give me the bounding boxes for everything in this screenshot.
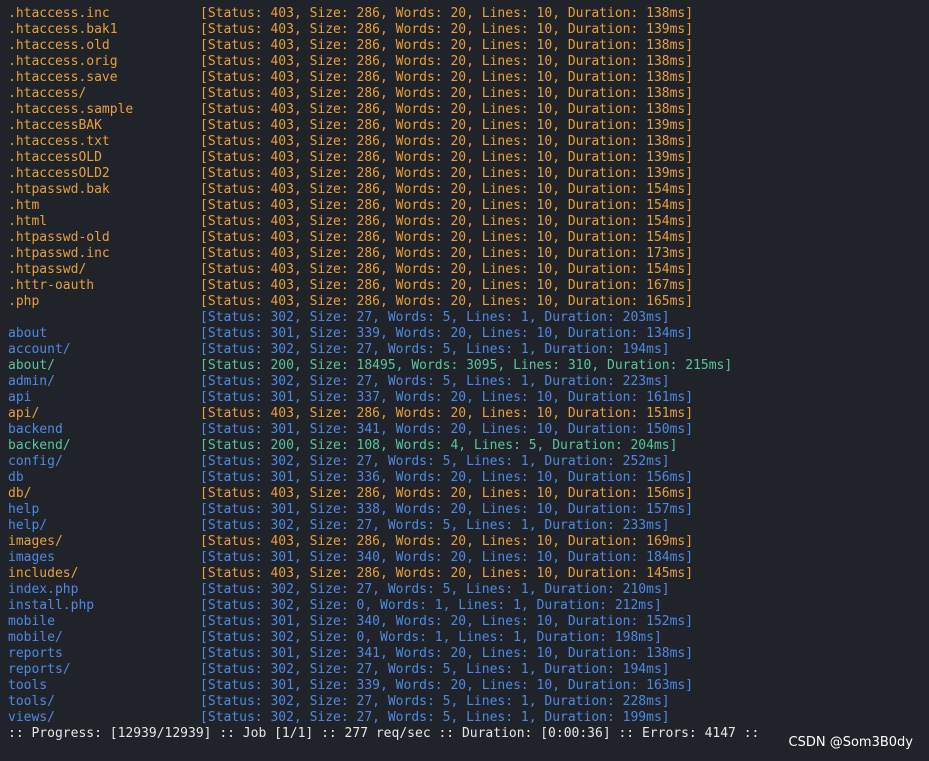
result-path: account/ [8,342,71,357]
watermark: CSDN @Som3B0dy [788,735,913,750]
result-path: .htaccessOLD2 [8,166,110,181]
result-status: [Status: 301, Size: 340, Words: 20, Line… [200,614,694,629]
result-path: about/ [8,358,55,373]
result-status: [Status: 403, Size: 286, Words: 20, Line… [200,70,694,85]
result-path: .htpasswd-old [8,230,110,245]
result-status: [Status: 301, Size: 338, Words: 20, Line… [200,502,694,517]
result-status: [Status: 403, Size: 286, Words: 20, Line… [200,182,694,197]
result-path: .htaccessBAK [8,118,102,133]
result-status: [Status: 302, Size: 27, Words: 5, Lines:… [200,374,670,389]
result-path: tools/ [8,694,55,709]
result-status: [Status: 302, Size: 0, Words: 1, Lines: … [200,598,662,613]
result-status: [Status: 301, Size: 339, Words: 20, Line… [200,678,694,693]
result-path: .htaccess.inc [8,6,110,21]
result-path: .htaccess.txt [8,134,110,149]
result-path: .htaccess.bak1 [8,22,118,37]
result-status: [Status: 403, Size: 286, Words: 20, Line… [200,102,694,117]
result-status: [Status: 301, Size: 336, Words: 20, Line… [200,470,694,485]
result-path: help [8,502,40,517]
terminal-window[interactable]: .htaccess.inc [Status: 403, Size: 286, Wo… [0,0,929,761]
result-status: [Status: 302, Size: 27, Words: 5, Lines:… [200,710,670,725]
result-status: [Status: 403, Size: 286, Words: 20, Line… [200,262,694,277]
result-status: [Status: 403, Size: 286, Words: 20, Line… [200,150,694,165]
progress-line: :: Progress: [12939/12939] :: Job [1/1] … [8,726,760,741]
result-status: [Status: 403, Size: 286, Words: 20, Line… [200,534,694,549]
result-status: [Status: 302, Size: 27, Words: 5, Lines:… [200,310,670,325]
result-status: [Status: 302, Size: 27, Words: 5, Lines:… [200,342,670,357]
result-status: [Status: 302, Size: 27, Words: 5, Lines:… [200,454,670,469]
result-path: .php [8,294,40,309]
result-path: reports/ [8,662,71,677]
result-status: [Status: 302, Size: 0, Words: 1, Lines: … [200,630,662,645]
result-status: [Status: 403, Size: 286, Words: 20, Line… [200,6,694,21]
result-path: images/ [8,534,63,549]
result-status: [Status: 403, Size: 286, Words: 20, Line… [200,566,694,581]
result-path: .htaccess/ [8,86,87,101]
result-status: [Status: 301, Size: 340, Words: 20, Line… [200,550,694,565]
result-status: [Status: 302, Size: 27, Words: 5, Lines:… [200,694,670,709]
result-path: api/ [8,406,40,421]
result-path: .htm [8,198,40,213]
result-status: [Status: 403, Size: 286, Words: 20, Line… [200,54,694,69]
result-path: views/ [8,710,55,725]
result-path: db [8,470,24,485]
result-path: .htpasswd/ [8,262,87,277]
result-path: backend/ [8,438,71,453]
result-status: [Status: 403, Size: 286, Words: 20, Line… [200,214,694,229]
result-path: tools [8,678,48,693]
result-status: [Status: 200, Size: 18495, Words: 3095, … [200,358,733,373]
result-status: [Status: 302, Size: 27, Words: 5, Lines:… [200,662,670,677]
result-path: .htpasswd.inc [8,246,110,261]
result-status: [Status: 301, Size: 341, Words: 20, Line… [200,422,694,437]
result-path: .httr-oauth [8,278,95,293]
result-status: [Status: 403, Size: 286, Words: 20, Line… [200,230,694,245]
result-status: [Status: 302, Size: 27, Words: 5, Lines:… [200,518,670,533]
result-status: [Status: 301, Size: 339, Words: 20, Line… [200,326,694,341]
result-path: mobile [8,614,55,629]
result-path: images [8,550,55,565]
result-path: includes/ [8,566,79,581]
result-path: .htaccess.orig [8,54,118,69]
result-status: [Status: 200, Size: 108, Words: 4, Lines… [200,438,678,453]
result-status: [Status: 403, Size: 286, Words: 20, Line… [200,406,694,421]
result-path: backend [8,422,63,437]
result-status: [Status: 403, Size: 286, Words: 20, Line… [200,86,694,101]
result-path: .html [8,214,48,229]
result-status: [Status: 403, Size: 286, Words: 20, Line… [200,38,694,53]
result-path: db/ [8,486,32,501]
result-status: [Status: 403, Size: 286, Words: 20, Line… [200,294,694,309]
result-status: [Status: 302, Size: 27, Words: 5, Lines:… [200,582,670,597]
result-path: about [8,326,48,341]
result-path: config/ [8,454,63,469]
result-path: api [8,390,32,405]
result-status: [Status: 301, Size: 337, Words: 20, Line… [200,390,694,405]
result-path: .htpasswd.bak [8,182,110,197]
result-status: [Status: 403, Size: 286, Words: 20, Line… [200,198,694,213]
result-status: [Status: 403, Size: 286, Words: 20, Line… [200,486,694,501]
result-status: [Status: 403, Size: 286, Words: 20, Line… [200,22,694,37]
result-status: [Status: 403, Size: 286, Words: 20, Line… [200,166,694,181]
result-status: [Status: 301, Size: 341, Words: 20, Line… [200,646,694,661]
result-path: .htaccessOLD [8,150,102,165]
result-status: [Status: 403, Size: 286, Words: 20, Line… [200,134,694,149]
result-path: help/ [8,518,48,533]
result-path: .htaccess.old [8,38,110,53]
result-path: reports [8,646,63,661]
result-path: .htaccess.save [8,70,118,85]
result-path: index.php [8,582,79,597]
result-path: admin/ [8,374,55,389]
result-status: [Status: 403, Size: 286, Words: 20, Line… [200,278,694,293]
result-status: [Status: 403, Size: 286, Words: 20, Line… [200,118,694,133]
result-status: [Status: 403, Size: 286, Words: 20, Line… [200,246,694,261]
result-path: mobile/ [8,630,63,645]
result-path: .htaccess.sample [8,102,134,117]
result-path: install.php [8,598,95,613]
